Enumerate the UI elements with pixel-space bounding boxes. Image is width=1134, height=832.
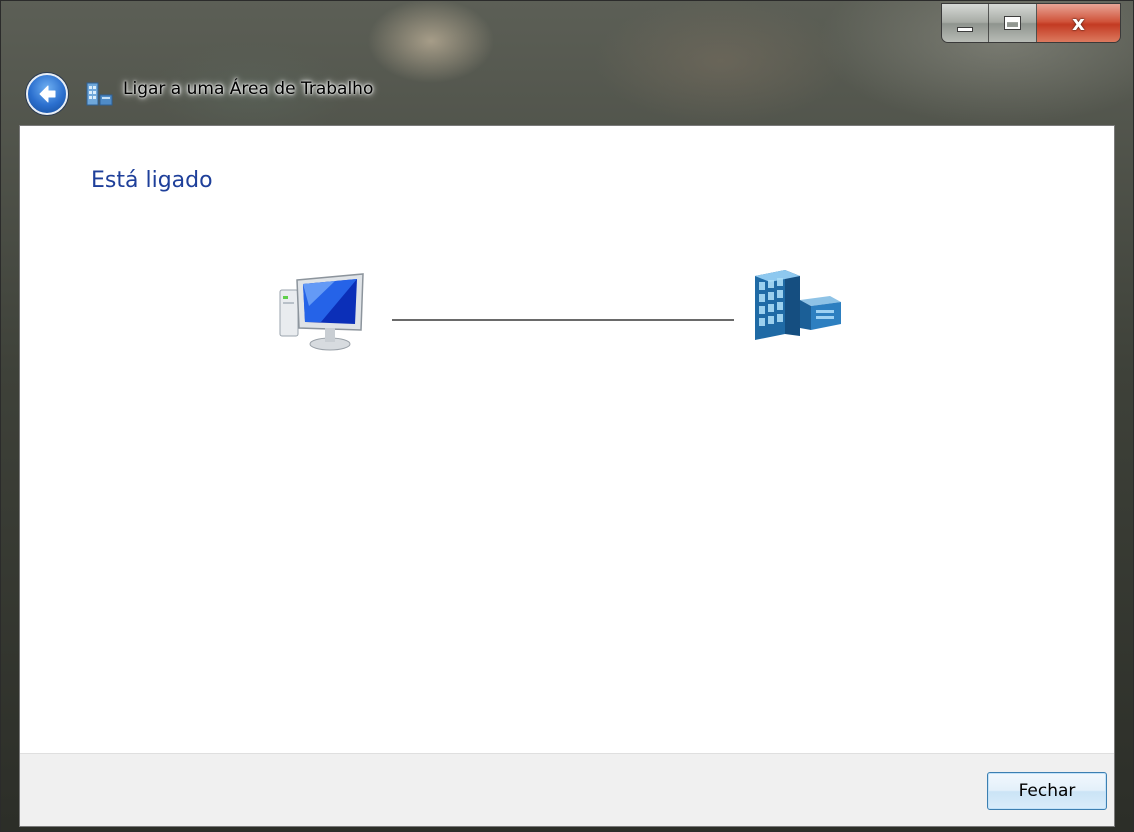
page-title: Está ligado [91,168,213,193]
close-button[interactable]: Fechar [987,772,1107,810]
window-title: Ligar a uma Área de Trabalho [123,79,374,99]
minimize-icon [957,26,974,32]
close-window-button[interactable]: x [1036,4,1120,42]
title-bar[interactable]: x Ligar a uma Área de Trabalho [1,1,1133,125]
dialog-window: x Ligar a uma Área de Trabalho Está liga… [0,0,1134,832]
dialog-footer: Fechar [20,753,1114,826]
computer-icon [279,273,364,351]
window-caption-buttons: x [941,3,1121,43]
office-building-icon [755,270,841,340]
maximize-icon [1004,16,1022,30]
maximize-button[interactable] [989,4,1037,42]
close-icon: x [1072,11,1085,35]
back-button[interactable] [26,73,68,115]
remote-desktop-app-icon [86,82,113,106]
dialog-content: Está ligado Fechar [19,125,1115,827]
connection-diagram [279,270,841,351]
back-arrow-icon [39,85,56,103]
minimize-button[interactable] [942,4,990,42]
